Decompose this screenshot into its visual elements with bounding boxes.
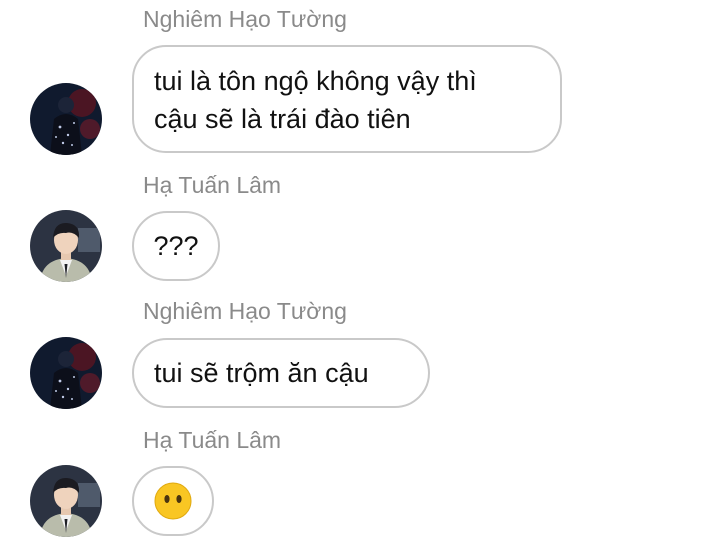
face-without-mouth-icon: [154, 482, 192, 520]
message-bubble[interactable]: tui là tôn ngộ không vậy thì cậu sẽ là t…: [132, 45, 562, 153]
message-bubble[interactable]: tui sẽ trộm ăn cậu: [132, 338, 430, 408]
avatar-photo: [30, 83, 102, 155]
message-text-line: ???: [153, 231, 199, 261]
avatar-photo: [30, 465, 102, 537]
avatar[interactable]: [30, 83, 102, 155]
sender-name: Nghiêm Hạo Tường: [143, 298, 347, 324]
avatar-photo: [30, 337, 102, 409]
message-bubble[interactable]: [132, 466, 214, 536]
message-text-line: tui sẽ trộm ăn cậu: [154, 358, 369, 388]
avatar[interactable]: [30, 210, 102, 282]
avatar-photo: [30, 210, 102, 282]
chat-thread: Nghiêm Hạo Tường tui là tôn ngộ không vậ…: [0, 0, 720, 538]
message-text-line: cậu sẽ là trái đào tiên: [154, 104, 411, 134]
sender-name: Hạ Tuấn Lâm: [143, 172, 282, 198]
message-text-line: tui là tôn ngộ không vậy thì: [154, 66, 477, 96]
avatar[interactable]: [30, 337, 102, 409]
avatar[interactable]: [30, 465, 102, 537]
sender-name: Hạ Tuấn Lâm: [143, 427, 282, 453]
message-bubble[interactable]: ???: [132, 211, 220, 281]
sender-name: Nghiêm Hạo Tường: [143, 6, 347, 32]
